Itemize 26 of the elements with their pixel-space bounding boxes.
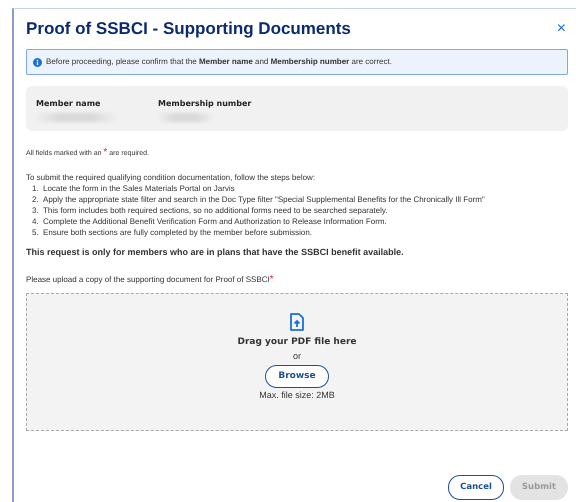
file-upload-icon [290,312,304,331]
info-message: Before proceeding, please confirm that the Member name and Membership number are correct. [46,56,392,68]
instruction-step: Complete the Additional Benefit Verification Form and Authorization to Release Information Form. [43,216,387,228]
step-number: 3. [32,205,40,216]
step-number: 5. [32,227,40,238]
instruction-step: Ensure both sections are fully completed by the member before submission. [43,227,312,238]
step-number: 4. [32,216,40,228]
eligibility-notice: This request is only for members who are in plans that have the SSBCI benefit available. [26,246,405,260]
step-number: 1. [32,183,40,194]
cancel-button[interactable]: Cancel [448,475,504,500]
instruction-step: Locate the form in the Sales Materials Portal on Jarvis [43,183,235,194]
field-label: Membership number [158,98,252,110]
step-number: 2. [32,194,40,206]
or-text: or [292,350,301,364]
info-icon [33,58,42,67]
upload-label: Please upload a copy of the supporting document for Proof of SSBCI* [26,272,275,287]
instructions-intro: To submit the required qualifying condition documentation, follow the steps below: [26,172,316,184]
file-drop-zone[interactable]: Drag your PDF file here or Browse Max. file size: 2MB [26,292,568,431]
browse-button[interactable]: Browse [265,364,329,388]
close-button[interactable]: × [554,21,568,38]
instruction-step: This form includes both required sections, so no additional forms need to be searched separately. [43,205,388,216]
instruction-step: Apply the appropriate state filter and search in the Doc Type filter "Special Supplemental Benefits for the Chronically Ill Form" [43,194,485,206]
dialog-title: Proof of SSBCI - Supporting Documents [26,19,351,40]
max-file-size: Max. file size: 2MB [259,389,335,402]
drop-instruction: Drag your PDF file here [238,336,356,349]
field-label: Member name [36,98,102,110]
